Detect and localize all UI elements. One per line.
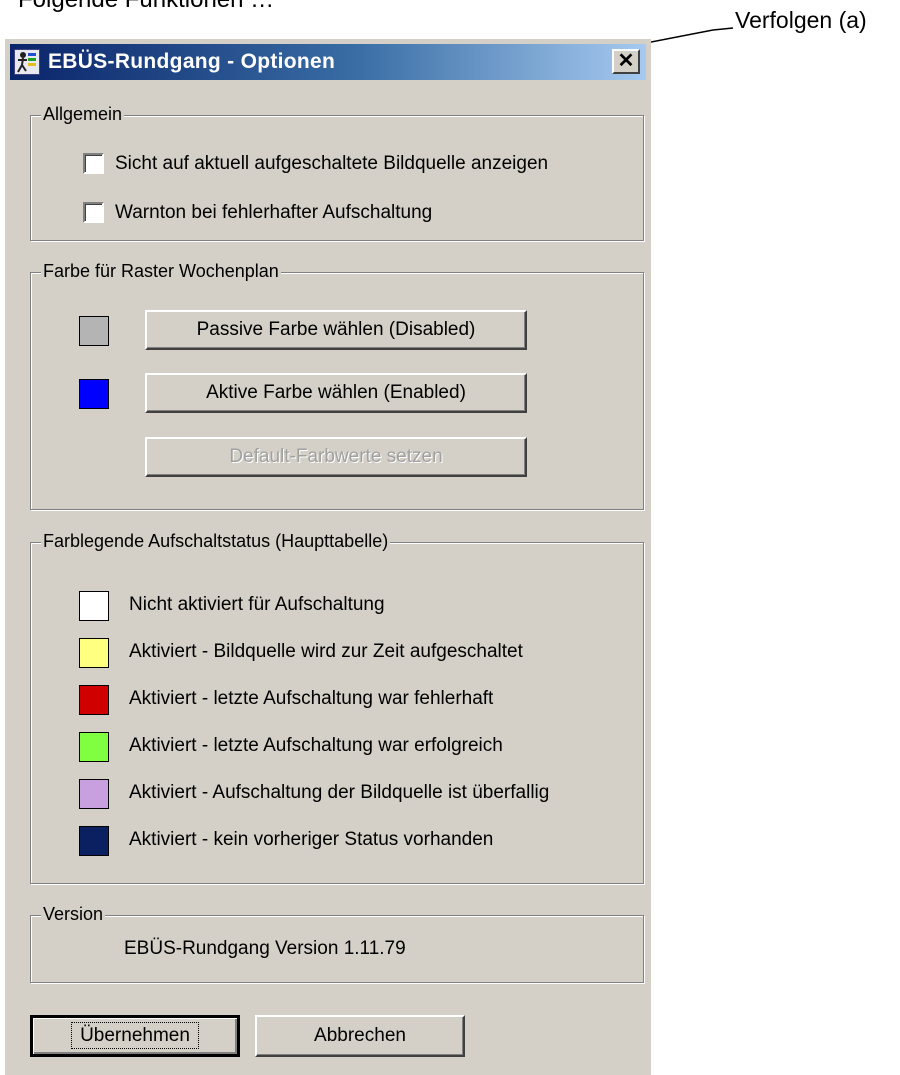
passive-color-swatch [79,316,109,346]
show-view-checkbox-label: Sicht auf aktuell aufgeschaltete Bildque… [115,153,549,174]
legend-item-label: Nicht aktiviert für Aufschaltung [129,594,385,615]
version-group: Version EBÜS-Rundgang Version 1.11.79 [30,904,644,983]
status-legend-group-title: Farblegende Aufschaltstatus (Haupttabell… [41,531,391,552]
default-colors-button[interactable]: Default-Farbwerte setzen [145,437,527,477]
general-group-title: Allgemein [41,104,125,125]
warning-tone-checkbox[interactable] [83,202,104,223]
legend-swatch-red [79,685,109,715]
title-bar: EBÜS-Rundgang - Optionen ✕ [10,44,646,80]
raster-color-group-title: Farbe für Raster Wochenplan [41,261,281,282]
show-view-checkbox[interactable] [83,153,104,174]
version-text: EBÜS-Rundgang Version 1.11.79 [124,938,406,959]
legend-item-label: Aktiviert - Bildquelle wird zur Zeit auf… [129,641,523,662]
status-legend-group: Farblegende Aufschaltstatus (Haupttabell… [30,531,644,884]
active-color-button[interactable]: Aktive Farbe wählen (Enabled) [145,373,527,413]
close-button[interactable]: ✕ [612,49,640,74]
active-color-swatch [79,379,109,409]
legend-item-label: Aktiviert - letzte Aufschaltung war erfo… [129,735,503,756]
legend-swatch-navy [79,826,109,856]
passive-color-button[interactable]: Passive Farbe wählen (Disabled) [145,310,527,350]
legend-item-label: Aktiviert - Aufschaltung der Bildquelle … [129,782,550,803]
legend-swatch-green [79,732,109,762]
page-heading-cut: Folgende Funktionen … [18,0,274,14]
callout-label: Verfolgen (a) [735,7,867,33]
general-group: Allgemein Sicht auf aktuell aufgeschalte… [30,104,644,241]
apply-button-label: Übernehmen [71,1022,199,1049]
legend-item-label: Aktiviert - letzte Aufschaltung war fehl… [129,688,494,709]
close-icon: ✕ [617,50,635,72]
raster-color-group: Farbe für Raster Wochenplan Passive Farb… [30,261,644,510]
legend-swatch-purple [79,779,109,809]
apply-button[interactable]: Übernehmen [30,1015,240,1057]
legend-swatch-white [79,591,109,621]
version-group-title: Version [41,904,106,925]
legend-item-label: Aktiviert - kein vorheriger Status vorha… [129,829,494,850]
options-dialog: EBÜS-Rundgang - Optionen ✕ Allgemein Sic… [5,39,651,1075]
cancel-button[interactable]: Abbrechen [255,1015,465,1057]
app-icon [14,49,40,75]
window-title: EBÜS-Rundgang - Optionen [48,50,336,73]
legend-swatch-yellow [79,638,109,668]
warning-tone-checkbox-label: Warnton bei fehlerhafter Aufschaltung [115,202,433,223]
